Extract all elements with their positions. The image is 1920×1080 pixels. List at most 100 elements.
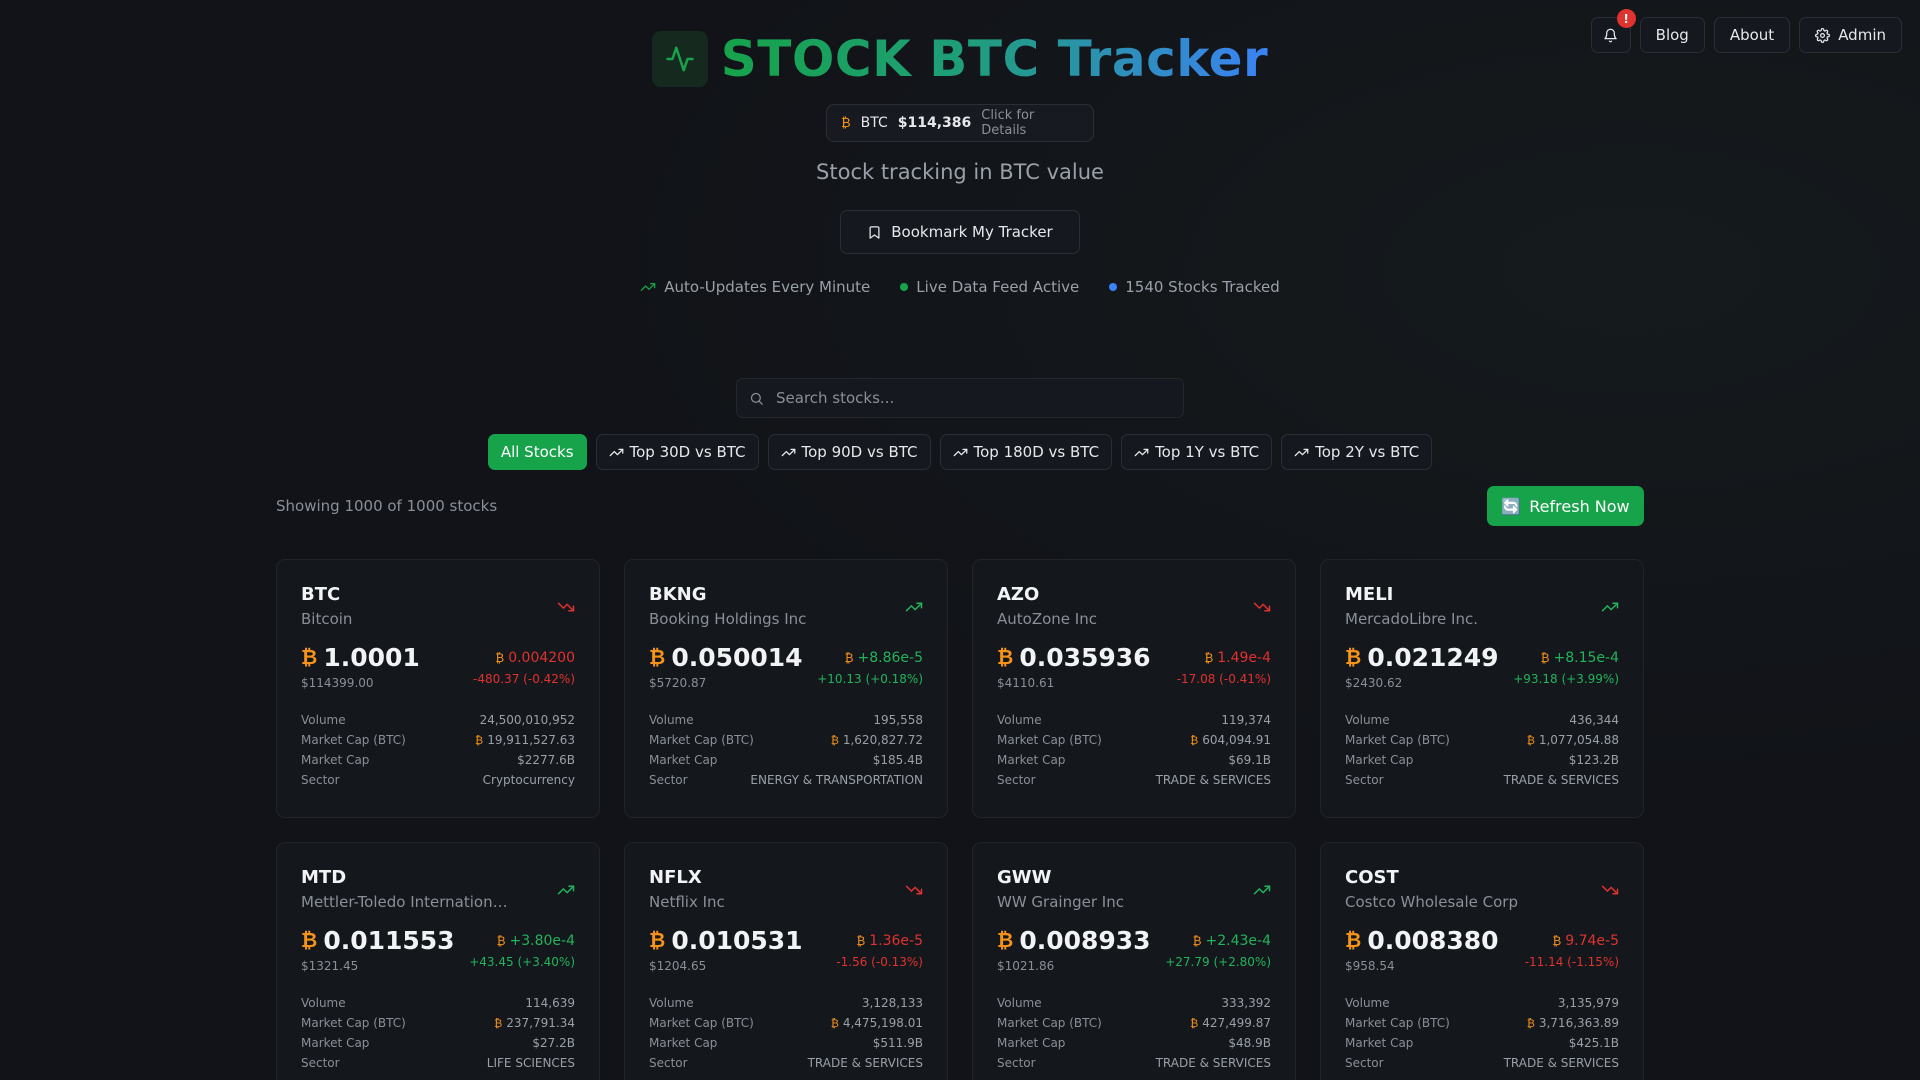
btc-change-value: 1.36e-5 bbox=[869, 933, 923, 949]
stat-label: Sector bbox=[1345, 773, 1384, 787]
bitcoin-icon: ₿ bbox=[1345, 645, 1362, 669]
usd-change: +93.18 (+3.99%) bbox=[1513, 672, 1619, 686]
filter-top-90d[interactable]: Top 90D vs BTC bbox=[767, 434, 931, 470]
refresh-label: Refresh Now bbox=[1529, 496, 1630, 516]
stat-value: 195,558 bbox=[873, 713, 923, 727]
trending-down-icon bbox=[1253, 602, 1271, 612]
stat-value: ₿ 237,791.34 bbox=[494, 1016, 575, 1030]
status-row: Auto-Updates Every Minute Live Data Feed… bbox=[0, 278, 1920, 296]
price-row: ₿ 1.0001 $114399.00 ₿ 0.004200 -480.37 (-… bbox=[301, 643, 575, 690]
bitcoin-icon: ₿ bbox=[475, 734, 484, 747]
stock-name: Booking Holdings Inc bbox=[649, 610, 807, 628]
btc-price: ₿ 0.010531 bbox=[649, 926, 803, 955]
filter-top-30d[interactable]: Top 30D vs BTC bbox=[595, 434, 759, 470]
stat-value: TRADE & SERVICES bbox=[1155, 1056, 1271, 1070]
bitcoin-icon: ₿ bbox=[649, 645, 666, 669]
stat-label: Volume bbox=[1345, 713, 1390, 727]
stock-name: Bitcoin bbox=[301, 610, 353, 628]
search-icon bbox=[750, 392, 763, 405]
search-input[interactable] bbox=[776, 389, 1171, 407]
stat-label: Volume bbox=[649, 713, 694, 727]
bitcoin-icon: ₿ bbox=[856, 934, 866, 948]
btc-change-value: 9.74e-5 bbox=[1565, 933, 1619, 949]
stat-value: $48.9B bbox=[1228, 1036, 1271, 1050]
bitcoin-icon: ₿ bbox=[997, 928, 1014, 952]
stock-name: WW Grainger Inc bbox=[997, 893, 1124, 911]
btc-price: $114,386 bbox=[897, 115, 972, 131]
trending-up-icon bbox=[1253, 885, 1271, 895]
btc-change: ₿ +2.43e-4 bbox=[1165, 933, 1271, 949]
stat-value: 3,135,979 bbox=[1557, 996, 1619, 1010]
trending-up-icon bbox=[609, 448, 623, 456]
filter-top-1y[interactable]: Top 1Y vs BTC bbox=[1121, 434, 1273, 470]
stat-label: Market Cap bbox=[649, 753, 718, 767]
stock-symbol: COST bbox=[1345, 867, 1399, 888]
usd-price: $1021.86 bbox=[997, 959, 1055, 973]
live-feed-text: Live Data Feed Active bbox=[916, 278, 1080, 296]
trending-up-icon bbox=[1294, 448, 1309, 456]
stat-label: Market Cap (BTC) bbox=[997, 733, 1102, 747]
stock-card[interactable]: GWW WW Grainger Inc ₿ 0.008933 $1021.86 … bbox=[972, 842, 1296, 1080]
stock-card[interactable]: BKNG Booking Holdings Inc ₿ 0.050014 $57… bbox=[624, 559, 948, 818]
stat-mcap: Market Cap $123.2B bbox=[1345, 750, 1619, 770]
stat-value: ₿ 427,499.87 bbox=[1190, 1016, 1271, 1030]
stock-symbol: MELI bbox=[1345, 584, 1394, 605]
bitcoin-icon: ₿ bbox=[841, 116, 851, 131]
btc-change-value: 1.49e-4 bbox=[1217, 650, 1271, 666]
stat-value: ₿ 1,620,827.72 bbox=[831, 733, 923, 747]
stats: Volume 24,500,010,952 Market Cap (BTC) ₿ 19… bbox=[301, 710, 575, 790]
filter-top-2y[interactable]: Top 2Y vs BTC bbox=[1281, 434, 1433, 470]
change-block: ₿ +2.43e-4 +27.79 (+2.80%) bbox=[1165, 926, 1271, 973]
btc-change: ₿ 9.74e-5 bbox=[1525, 933, 1619, 949]
stat-value: 114,639 bbox=[525, 996, 575, 1010]
bitcoin-icon: ₿ bbox=[301, 928, 318, 952]
tracked-dot-icon bbox=[1109, 283, 1118, 291]
filter-top-180d[interactable]: Top 180D vs BTC bbox=[939, 434, 1113, 470]
stock-card[interactable]: NFLX Netflix Inc ₿ 0.010531 $1204.65 ₿ 1.… bbox=[624, 842, 948, 1080]
search-box[interactable] bbox=[736, 378, 1184, 418]
refresh-button[interactable]: 🔄 Refresh Now bbox=[1487, 486, 1644, 526]
stat-mcap-btc: Market Cap (BTC) ₿ 1,077,054.88 bbox=[1345, 730, 1619, 750]
stock-name: Mettler-Toledo International Inc bbox=[301, 893, 511, 911]
change-block: ₿ 9.74e-5 -11.14 (-1.15%) bbox=[1525, 926, 1619, 973]
stat-volume: Volume 333,392 bbox=[997, 993, 1271, 1013]
btc-change: ₿ +3.80e-4 bbox=[469, 933, 575, 949]
stat-mcap-btc: Market Cap (BTC) ₿ 604,094.91 bbox=[997, 730, 1271, 750]
stat-label: Market Cap bbox=[1345, 753, 1414, 767]
stock-card[interactable]: BTC Bitcoin ₿ 1.0001 $114399.00 ₿ 0.00420… bbox=[276, 559, 600, 818]
btc-price-pill[interactable]: ₿ BTC $114,386 Click for Details bbox=[826, 104, 1094, 142]
stock-symbol: GWW bbox=[997, 867, 1052, 888]
stock-card[interactable]: MELI MercadoLibre Inc. ₿ 0.021249 $2430.… bbox=[1320, 559, 1644, 818]
filter-all-stocks[interactable]: All Stocks bbox=[487, 434, 587, 470]
status-tracked: 1540 Stocks Tracked bbox=[1109, 278, 1280, 296]
bitcoin-icon: ₿ bbox=[301, 645, 318, 669]
stat-mcap: Market Cap $27.2B bbox=[301, 1033, 575, 1053]
stat-sector: Sector Cryptocurrency bbox=[301, 770, 575, 790]
stats: Volume 436,344 Market Cap (BTC) ₿ 1,077,054… bbox=[1345, 710, 1619, 790]
stat-label: Market Cap bbox=[997, 753, 1066, 767]
stat-mcap: Market Cap $425.1B bbox=[1345, 1033, 1619, 1053]
stock-card[interactable]: MTD Mettler-Toledo International Inc ₿ 0… bbox=[276, 842, 600, 1080]
stat-label: Market Cap (BTC) bbox=[649, 1016, 754, 1030]
usd-price: $2430.62 bbox=[1345, 676, 1403, 690]
btc-price-value: 0.035936 bbox=[1019, 643, 1151, 672]
usd-change: -11.14 (-1.15%) bbox=[1524, 955, 1619, 969]
stat-value: ₿ 1,077,054.88 bbox=[1527, 733, 1619, 747]
stock-card[interactable]: AZO AutoZone Inc ₿ 0.035936 $4110.61 ₿ 1.… bbox=[972, 559, 1296, 818]
bitcoin-icon: ₿ bbox=[1345, 928, 1362, 952]
auto-updates-text: Auto-Updates Every Minute bbox=[664, 278, 871, 296]
stat-label: Market Cap (BTC) bbox=[301, 1016, 406, 1030]
usd-change: +43.45 (+3.40%) bbox=[469, 955, 575, 969]
btc-change: ₿ 0.004200 bbox=[473, 650, 575, 666]
trending-up-icon bbox=[905, 602, 923, 612]
trending-up-icon bbox=[557, 885, 575, 895]
stock-card[interactable]: COST Costco Wholesale Corp ₿ 0.008380 $9… bbox=[1320, 842, 1644, 1080]
stat-sector: Sector TRADE & SERVICES bbox=[997, 770, 1271, 790]
mcap-btc-value: 19,911,527.63 bbox=[487, 733, 575, 747]
bookmark-button[interactable]: Bookmark My Tracker bbox=[840, 210, 1080, 254]
header: STOCK BTC Tracker bbox=[0, 30, 1920, 88]
activity-icon bbox=[651, 31, 708, 87]
price-row: ₿ 0.010531 $1204.65 ₿ 1.36e-5 -1.56 (-0.1… bbox=[649, 926, 923, 973]
notification-badge: ! bbox=[1616, 9, 1636, 28]
stock-symbol: BTC bbox=[301, 584, 341, 605]
